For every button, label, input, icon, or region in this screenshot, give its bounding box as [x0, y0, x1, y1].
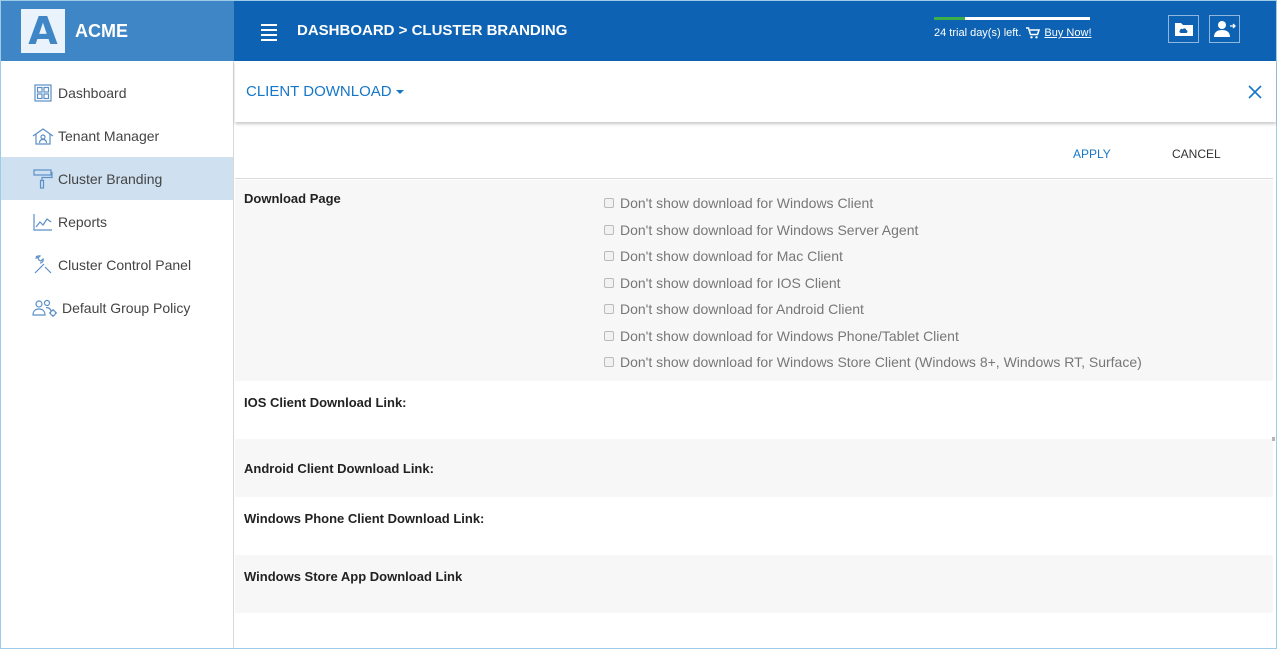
checkbox-label: Don't show download for Windows Client — [620, 195, 874, 212]
trial-progress-bar — [934, 17, 1090, 20]
buy-now-link[interactable]: Buy Now! — [1044, 27, 1091, 39]
trial-progress-fill — [934, 17, 966, 20]
trial-days-text: 24 trial day(s) left. — [934, 27, 1022, 39]
checkbox-windows-store-client[interactable]: Don't show download for Windows Store Cl… — [604, 349, 1142, 376]
caret-down-icon — [395, 90, 404, 95]
sidebar-item-label: Reports — [58, 213, 108, 230]
sidebar-item-cluster-control-panel[interactable]: Cluster Control Panel — [1, 243, 233, 286]
top-bar: DASHBOARD > CLUSTER BRANDING 24 trial da… — [234, 1, 1276, 61]
checkbox-windows-phone-client[interactable]: Don't show download for Windows Phone/Ta… — [604, 323, 1142, 350]
main-content: CLIENT DOWNLOAD APPLY CANCEL Download Pa… — [235, 61, 1276, 648]
checkbox-box[interactable] — [604, 330, 614, 341]
sidebar-item-tenant-manager[interactable]: Tenant Manager — [1, 114, 233, 157]
checkbox-label: Don't show download for Windows Server A… — [620, 221, 919, 238]
checkbox-box[interactable] — [604, 277, 614, 288]
sidebar-item-label: Cluster Branding — [58, 170, 163, 187]
sidebar-item-dashboard[interactable]: Dashboard — [1, 71, 233, 114]
sidebar-item-default-group-policy[interactable]: Default Group Policy — [1, 286, 233, 329]
acme-logo: A — [21, 9, 65, 53]
tools-icon — [32, 254, 54, 275]
download-options-list: Don't show download for Windows Client D… — [604, 190, 1142, 376]
cloud-folder-button[interactable] — [1168, 15, 1199, 43]
scrollbar-marker[interactable] — [1272, 437, 1275, 441]
checkbox-label: Don't show download for Android Client — [620, 301, 864, 318]
sidebar-item-label: Tenant Manager — [58, 127, 160, 144]
ios-link-label: IOS Client Download Link: — [244, 395, 407, 410]
brand-area[interactable]: A ACME — [1, 1, 234, 61]
sidebar-item-label: Dashboard — [58, 84, 127, 101]
windows-store-link-label: Windows Store App Download Link — [244, 569, 463, 584]
hamburger-menu-icon[interactable] — [261, 24, 277, 41]
group-gear-icon — [32, 298, 58, 318]
client-download-dropdown[interactable]: CLIENT DOWNLOAD — [246, 83, 404, 100]
panel-title: CLIENT DOWNLOAD — [246, 83, 392, 100]
trial-status: 24 trial day(s) left. Buy Now! — [934, 27, 1092, 39]
windows-phone-link-row: Windows Phone Client Download Link: — [235, 497, 1273, 555]
windows-phone-link-label: Windows Phone Client Download Link: — [244, 511, 485, 526]
tenant-house-icon — [32, 126, 54, 146]
android-link-label: Android Client Download Link: — [244, 461, 434, 476]
checkbox-android-client[interactable]: Don't show download for Android Client — [604, 296, 1142, 323]
android-link-row: Android Client Download Link: — [235, 439, 1273, 497]
brand-name: ACME — [75, 20, 128, 41]
checkbox-box[interactable] — [604, 224, 614, 235]
ios-link-row: IOS Client Download Link: — [235, 381, 1273, 439]
sidebar-item-reports[interactable]: Reports — [1, 200, 233, 243]
checkbox-box[interactable] — [604, 251, 614, 262]
paint-roller-icon — [32, 168, 54, 189]
checkbox-label: Don't show download for Windows Store Cl… — [620, 354, 1142, 371]
panel-header: CLIENT DOWNLOAD — [235, 61, 1276, 122]
checkbox-box[interactable] — [604, 357, 614, 368]
checkbox-box[interactable] — [604, 198, 614, 209]
sidebar-item-label: Default Group Policy — [62, 299, 191, 316]
cloud-folder-icon — [1174, 23, 1193, 36]
action-bar: APPLY CANCEL — [235, 126, 1273, 179]
sidebar: Dashboard Tenant Manager Cluster Brandin… — [1, 61, 234, 648]
apply-button[interactable]: APPLY — [1073, 147, 1111, 161]
chart-line-icon — [32, 212, 54, 232]
windows-store-link-row: Windows Store App Download Link — [235, 555, 1273, 613]
sidebar-item-cluster-branding[interactable]: Cluster Branding — [1, 157, 233, 200]
checkbox-label: Don't show download for Windows Phone/Ta… — [620, 327, 959, 344]
checkbox-windows-server-agent[interactable]: Don't show download for Windows Server A… — [604, 217, 1142, 244]
shopping-cart-icon — [1026, 27, 1041, 39]
user-logout-icon — [1213, 21, 1236, 37]
checkbox-box[interactable] — [604, 304, 614, 315]
checkbox-label: Don't show download for Mac Client — [620, 248, 843, 265]
dashboard-grid-icon — [32, 83, 54, 103]
close-icon[interactable] — [1246, 83, 1264, 101]
checkbox-label: Don't show download for IOS Client — [620, 274, 841, 291]
checkbox-ios-client[interactable]: Don't show download for IOS Client — [604, 270, 1142, 297]
checkbox-mac-client[interactable]: Don't show download for Mac Client — [604, 243, 1142, 270]
user-profile-button[interactable] — [1209, 15, 1240, 43]
download-page-label: Download Page — [244, 191, 341, 206]
breadcrumb: DASHBOARD > CLUSTER BRANDING — [297, 22, 568, 39]
sidebar-item-label: Cluster Control Panel — [58, 256, 192, 273]
cancel-button[interactable]: CANCEL — [1172, 147, 1221, 161]
checkbox-windows-client[interactable]: Don't show download for Windows Client — [604, 190, 1142, 217]
